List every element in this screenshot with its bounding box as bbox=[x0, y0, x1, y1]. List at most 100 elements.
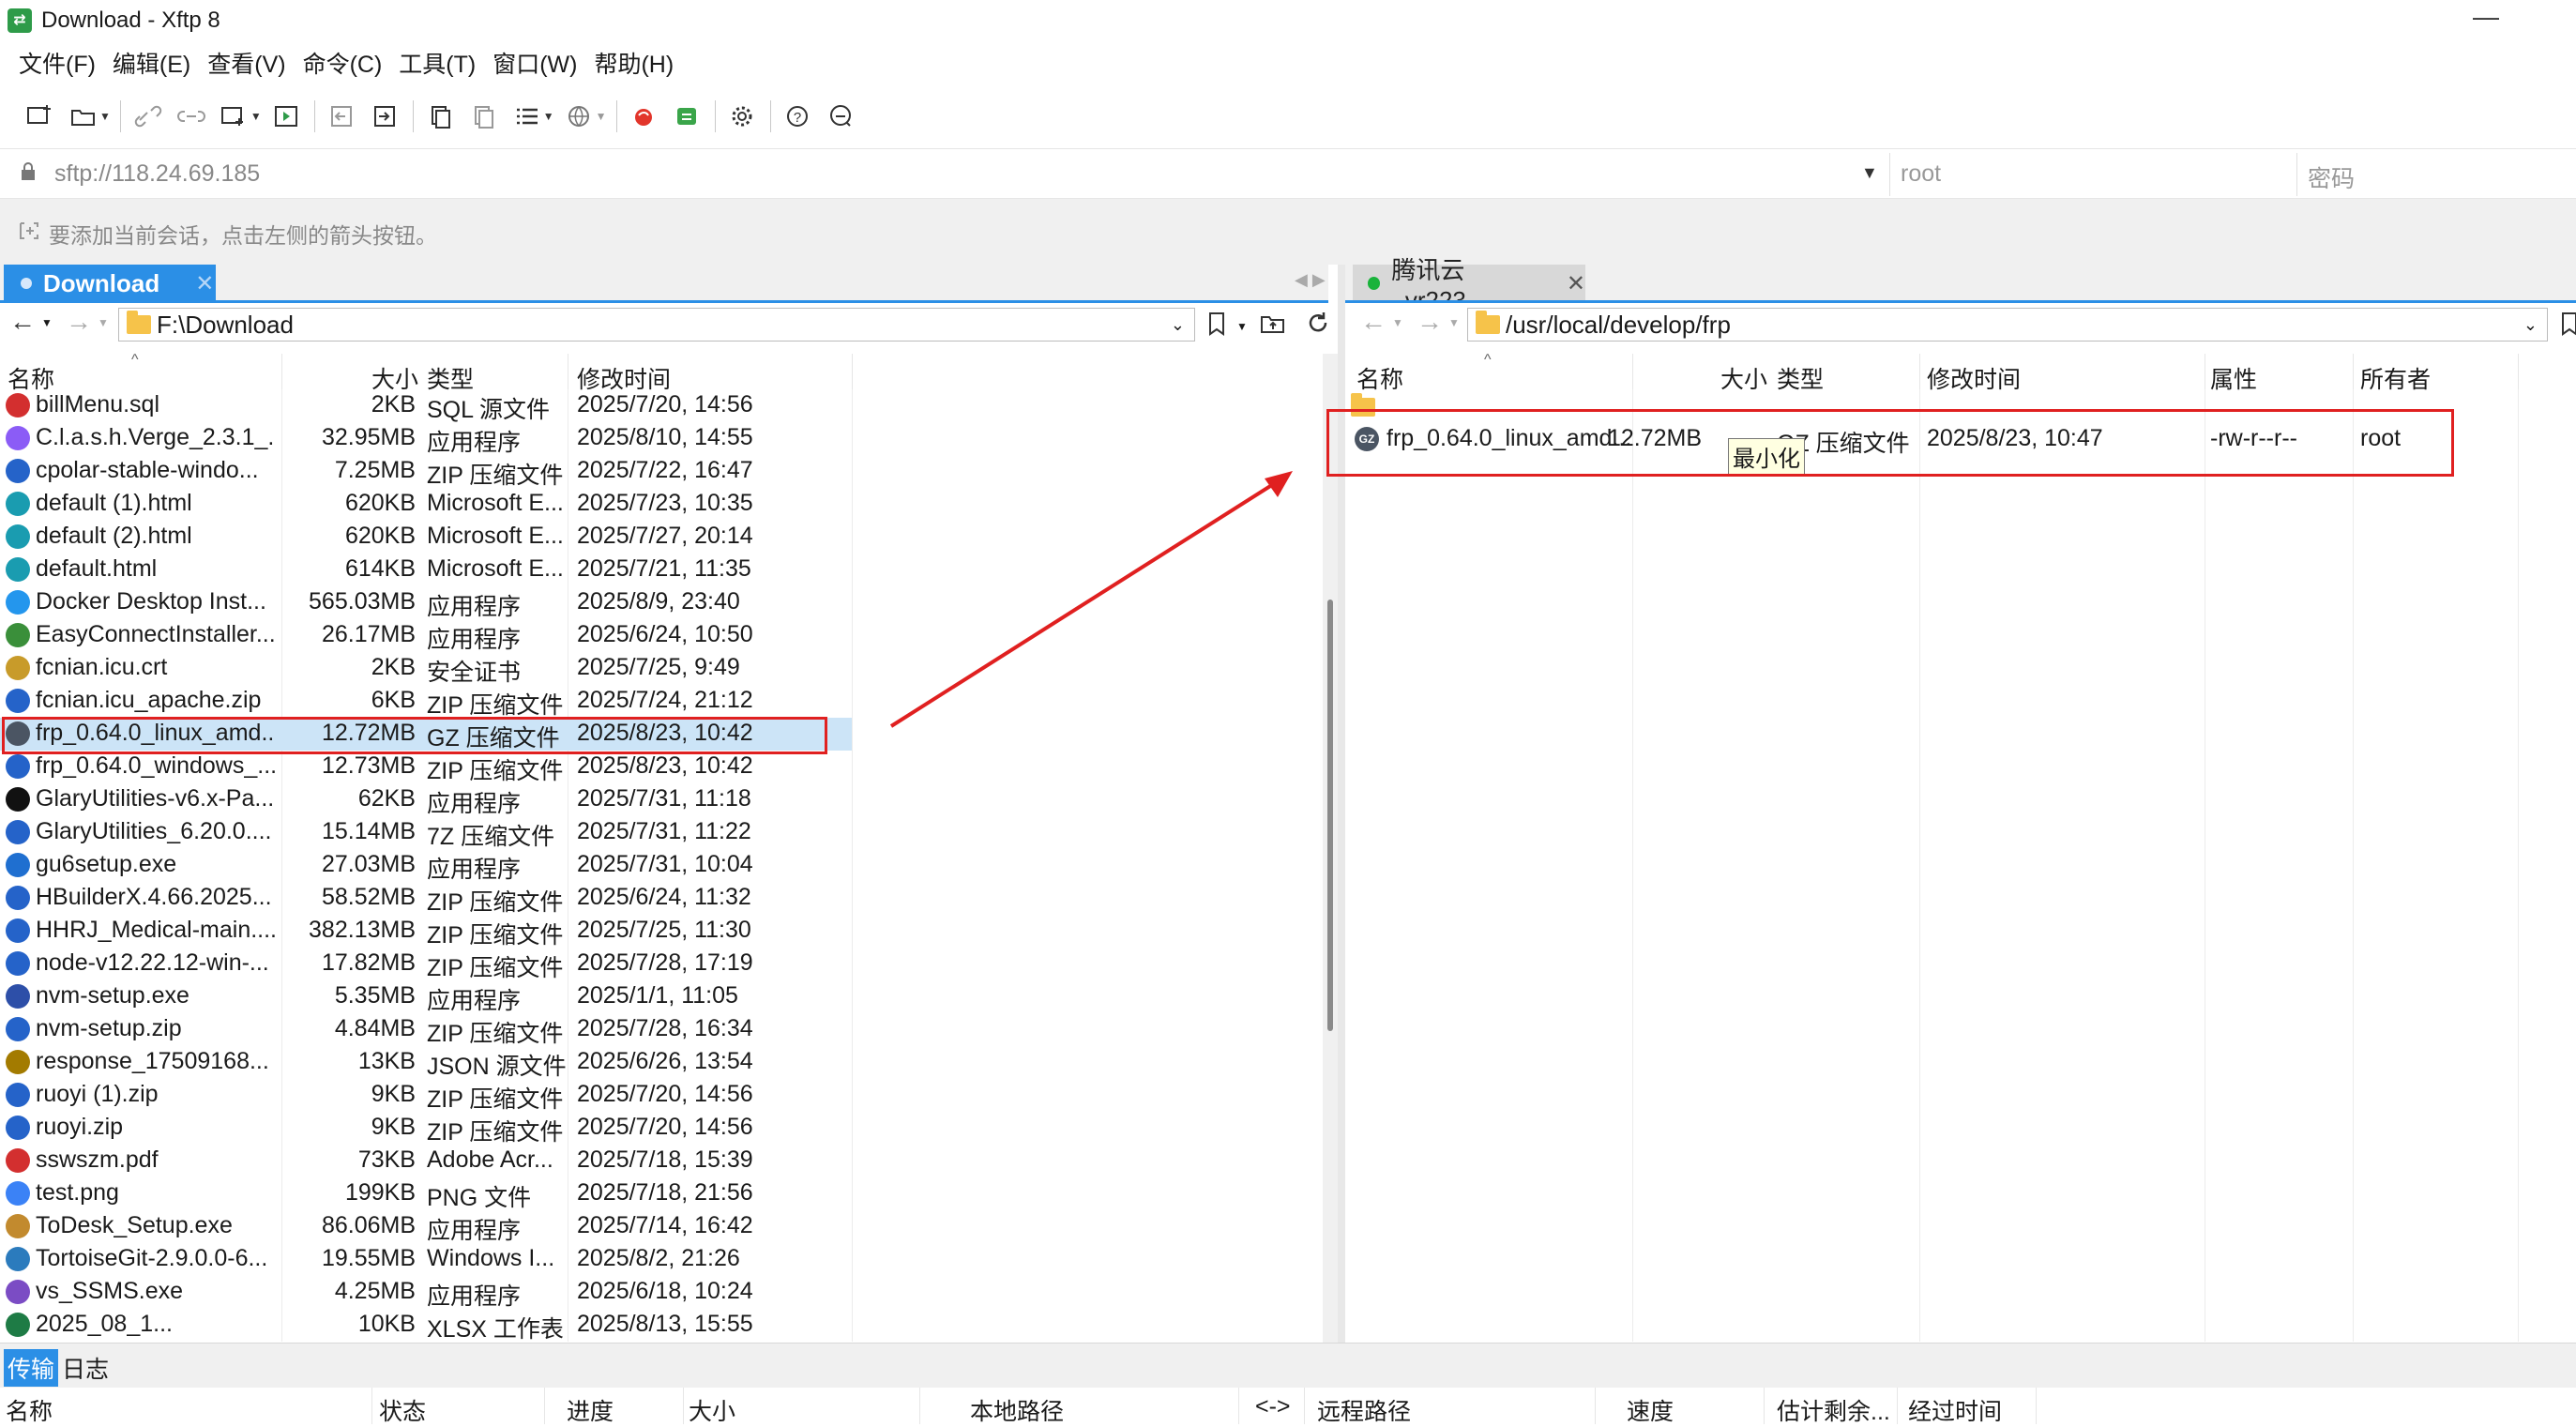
table-row[interactable]: ToDesk_Setup.exe 86.06MB 应用程序 2025/7/14, 16… bbox=[0, 1210, 852, 1244]
menu-file[interactable]: 文件(F) bbox=[0, 45, 104, 84]
column-divider[interactable] bbox=[2518, 354, 2519, 391]
table-row[interactable]: HHRJ_Medical-main.... 382.13MB ZIP 压缩文件 202… bbox=[0, 915, 852, 949]
menu-edit[interactable]: 编辑(E) bbox=[104, 45, 199, 84]
disconnect-icon[interactable] bbox=[129, 98, 167, 135]
tab-scroll-arrows-icon[interactable]: ◀ ▶ bbox=[1295, 270, 1326, 290]
table-row[interactable]: nvm-setup.zip 4.84MB ZIP 压缩文件 2025/7/28, 16… bbox=[0, 1013, 852, 1047]
forward-arrow-icon[interactable]: → bbox=[1417, 307, 1443, 337]
table-row[interactable]: fcnian.icu.crt 2KB 安全证书 2025/7/25, 9:49 bbox=[0, 652, 852, 686]
col-remote-path[interactable]: 远程路径 bbox=[1317, 1393, 1411, 1427]
table-row[interactable]: gu6setup.exe 27.03MB 应用程序 2025/7/31, 10:04 bbox=[0, 849, 852, 883]
col-progress[interactable]: 进度 bbox=[567, 1393, 614, 1427]
table-row[interactable]: vs_SSMS.exe 4.25MB 应用程序 2025/6/18, 10:24 bbox=[0, 1276, 852, 1310]
list-view-icon[interactable] bbox=[508, 98, 546, 135]
help-icon[interactable]: ? bbox=[780, 98, 817, 135]
close-icon[interactable]: ✕ bbox=[195, 270, 214, 297]
new-tab-icon[interactable] bbox=[216, 98, 253, 135]
tab-transfer[interactable]: 传输 bbox=[4, 1349, 59, 1387]
chevron-down-icon[interactable]: ▼ bbox=[41, 316, 53, 329]
menu-window[interactable]: 窗口(W) bbox=[484, 45, 585, 84]
col-status[interactable]: 状态 bbox=[379, 1393, 426, 1427]
scroll-thumb[interactable] bbox=[1327, 600, 1333, 1031]
column-divider[interactable] bbox=[281, 354, 282, 391]
close-icon[interactable]: ✕ bbox=[1567, 270, 1585, 297]
table-row[interactable]: EasyConnectInstaller... 26.17MB 应用程序 2025/6… bbox=[0, 619, 852, 653]
table-row[interactable]: Docker Desktop Inst... 565.03MB 应用程序 2025/8… bbox=[0, 586, 852, 620]
column-divider[interactable] bbox=[852, 354, 853, 391]
refresh-icon[interactable] bbox=[1304, 309, 1332, 343]
column-divider[interactable] bbox=[1919, 354, 1920, 391]
table-row[interactable]: default (2).html 620KB Microsoft E... 2025/… bbox=[0, 521, 852, 554]
tab-download[interactable]: Download ✕ bbox=[4, 265, 216, 302]
chevron-down-icon[interactable]: ▼ bbox=[1861, 163, 1878, 183]
col-size[interactable]: 大小 bbox=[689, 1393, 735, 1427]
globe-icon[interactable] bbox=[561, 98, 599, 135]
table-row[interactable]: ruoyi (1).zip 9KB ZIP 压缩文件 2025/7/20, 14:56 bbox=[0, 1079, 852, 1113]
table-row[interactable]: GlaryUtilities-v6.x-Pa... 62KB 应用程序 2025/7/… bbox=[0, 783, 852, 817]
col-speed[interactable]: 速度 bbox=[1627, 1393, 1674, 1427]
password-input[interactable]: 密码 bbox=[2308, 160, 2355, 194]
menu-help[interactable]: 帮助(H) bbox=[585, 45, 682, 84]
tab-remote-session[interactable]: 腾讯云_vr223 ✕ bbox=[1353, 256, 1585, 314]
table-row[interactable]: cpolar-stable-windo... 7.25MB ZIP 压缩文件 2025… bbox=[0, 455, 852, 489]
table-row[interactable]: default (1).html 620KB Microsoft E... 2025/… bbox=[0, 488, 852, 521]
table-row[interactable]: ruoyi.zip 9KB ZIP 压缩文件 2025/7/20, 14:56 bbox=[0, 1112, 852, 1146]
open-terminal-icon[interactable] bbox=[268, 98, 306, 135]
username-input[interactable]: root bbox=[1901, 160, 1941, 188]
chevron-down-icon[interactable]: ▼ bbox=[596, 110, 607, 123]
add-session-icon[interactable] bbox=[17, 220, 41, 248]
column-divider[interactable] bbox=[1238, 1388, 1239, 1424]
open-session-icon[interactable] bbox=[65, 98, 102, 135]
chevron-down-icon[interactable]: ▼ bbox=[1448, 316, 1460, 329]
parent-folder-icon[interactable] bbox=[1259, 311, 1287, 343]
menu-command[interactable]: 命令(C) bbox=[295, 45, 391, 84]
column-divider[interactable] bbox=[1764, 1388, 1765, 1424]
table-row[interactable]: node-v12.22.12-win-... 17.82MB ZIP 压缩文件 202… bbox=[0, 948, 852, 981]
host-input[interactable]: sftp://118.24.69.185 bbox=[54, 160, 260, 188]
link-icon[interactable] bbox=[173, 98, 210, 135]
new-session-icon[interactable] bbox=[22, 98, 59, 135]
table-row[interactable]: nvm-setup.exe 5.35MB 应用程序 2025/1/1, 11:05 bbox=[0, 980, 852, 1014]
column-divider[interactable] bbox=[683, 1388, 684, 1424]
table-row[interactable]: GlaryUtilities_6.20.0.... 15.14MB 7Z 压缩文件 2… bbox=[0, 816, 852, 850]
paste-icon[interactable] bbox=[465, 98, 503, 135]
chevron-down-icon[interactable]: ⌄ bbox=[2523, 315, 2538, 335]
gear-icon[interactable] bbox=[724, 98, 762, 135]
column-divider[interactable] bbox=[1632, 354, 1633, 391]
column-divider[interactable] bbox=[544, 1388, 545, 1424]
chevron-down-icon[interactable]: ▼ bbox=[250, 110, 262, 123]
copy-icon[interactable] bbox=[422, 98, 460, 135]
menu-view[interactable]: 查看(V) bbox=[199, 45, 294, 84]
col-name[interactable]: 名称 bbox=[6, 1393, 53, 1427]
xshell-icon[interactable] bbox=[626, 98, 663, 135]
local-scrollbar[interactable] bbox=[1323, 354, 1338, 1343]
table-row[interactable]: frp_0.64.0_windows_... 12.73MB ZIP 压缩文件 202… bbox=[0, 751, 852, 784]
column-divider[interactable] bbox=[1897, 1388, 1898, 1424]
column-divider[interactable] bbox=[371, 1388, 372, 1424]
minimize-button[interactable]: — bbox=[2473, 2, 2499, 32]
chevron-down-icon[interactable]: ▼ bbox=[98, 316, 109, 329]
upload-icon[interactable] bbox=[324, 98, 361, 135]
col-elapsed[interactable]: 经过时间 bbox=[1908, 1393, 2002, 1427]
menu-tools[interactable]: 工具(T) bbox=[390, 45, 484, 84]
chevron-down-icon[interactable]: ▼ bbox=[543, 110, 554, 123]
col-direction[interactable]: <-> bbox=[1255, 1393, 1291, 1420]
table-row[interactable]: C.l.a.s.h.Verge_2.3.1_... 32.95MB 应用程序 2025… bbox=[0, 422, 852, 456]
table-row[interactable]: sswszm.pdf 73KB Adobe Acr... 2025/7/18, 15:… bbox=[0, 1145, 852, 1177]
chevron-down-icon[interactable]: ▼ bbox=[1392, 316, 1403, 329]
download-icon[interactable] bbox=[367, 98, 404, 135]
local-path-input[interactable]: F:\Download ⌄ bbox=[118, 308, 1195, 342]
table-row[interactable]: response_17509168... 13KB JSON 源文件 2025/6/2… bbox=[0, 1046, 852, 1080]
feedback-icon[interactable] bbox=[823, 98, 860, 135]
chevron-down-icon[interactable]: ⌄ bbox=[1171, 315, 1185, 335]
chevron-down-icon[interactable]: ▼ bbox=[1236, 320, 1248, 333]
table-row[interactable]: default.html 614KB Microsoft E... 2025/7/21… bbox=[0, 554, 852, 586]
tab-log[interactable]: 日志 bbox=[62, 1351, 109, 1385]
column-divider[interactable] bbox=[919, 1388, 920, 1424]
table-row[interactable]: fcnian.icu_apache.zip 6KB ZIP 压缩文件 2025/7/2… bbox=[0, 685, 852, 719]
column-divider[interactable] bbox=[2353, 354, 2354, 391]
chevron-down-icon[interactable]: ▼ bbox=[99, 110, 111, 123]
back-arrow-icon[interactable]: ← bbox=[9, 307, 36, 337]
col-eta[interactable]: 估计剩余... bbox=[1777, 1393, 1890, 1427]
column-divider[interactable] bbox=[2036, 1388, 2037, 1424]
